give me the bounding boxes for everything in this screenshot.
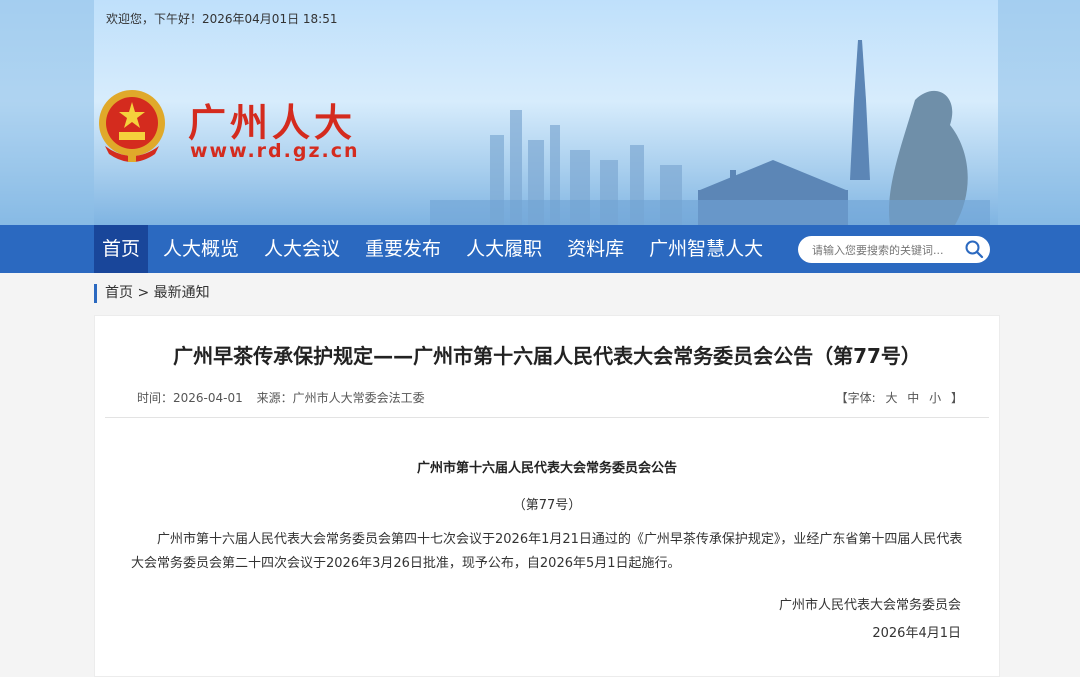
font-size-label: 【字体: xyxy=(835,391,876,405)
city-skyline-image xyxy=(430,40,990,225)
search-box xyxy=(798,236,990,263)
breadcrumb-home[interactable]: 首页 xyxy=(105,285,133,301)
nav-item-releases[interactable]: 重要发布 xyxy=(355,225,451,273)
nav-item-smart[interactable]: 广州智慧人大 xyxy=(639,225,773,273)
article-title: 广州早茶传承保护规定——广州市第十六届人民代表大会常务委员会公告（第77号） xyxy=(173,344,921,368)
font-size-control: 【字体: 大 中 小 】 xyxy=(830,389,963,406)
notice-number: （第77号） xyxy=(512,498,582,513)
banner-side-right xyxy=(998,0,1080,225)
site-url[interactable]: www.rd.gz.cn xyxy=(190,140,360,162)
article-time: 时间：2026-04-01 xyxy=(137,391,243,405)
article-card: 广州早茶传承保护规定——广州市第十六届人民代表大会常务委员会公告（第77号） 时… xyxy=(94,315,1000,677)
article-source: 来源：广州市人大常委会法工委 xyxy=(256,391,425,405)
site-title[interactable]: 广州人大 xyxy=(188,92,356,147)
font-size-small-button[interactable]: 小 xyxy=(929,391,941,405)
notice-heading: 广州市第十六届人民代表大会常务委员会公告 xyxy=(416,461,677,476)
search-input[interactable] xyxy=(810,240,964,261)
article-meta: 时间：2026-04-01 来源：广州市人大常委会法工委 xyxy=(137,389,435,406)
nav-item-meetings[interactable]: 人大会议 xyxy=(254,225,350,273)
header-banner: 欢迎您，下午好！2026年04月01日 18:51 广州人大 www.rd.gz… xyxy=(0,0,1080,225)
search-icon[interactable] xyxy=(964,239,984,259)
greeting-text: 欢迎您，下午好！2026年04月01日 18:51 xyxy=(106,12,338,26)
notice-date: 2026年4月1日 xyxy=(872,626,961,641)
font-size-large-button[interactable]: 大 xyxy=(885,391,897,405)
nav-item-home[interactable]: 首页 xyxy=(94,225,149,273)
breadcrumb: 首页 > 最新通知 xyxy=(94,284,210,303)
notice-signature: 广州市人民代表大会常务委员会 xyxy=(778,598,961,613)
banner-side-left xyxy=(0,0,94,225)
divider xyxy=(105,417,989,418)
notice-body: 广州市第十六届人民代表大会常务委员会第四十七次会议于2026年1月21日通过的《… xyxy=(131,532,963,571)
nav-item-overview[interactable]: 人大概览 xyxy=(153,225,249,273)
nav-item-library[interactable]: 资料库 xyxy=(557,225,634,273)
breadcrumb-separator: > xyxy=(137,285,150,301)
nav-item-duties[interactable]: 人大履职 xyxy=(456,225,552,273)
breadcrumb-current[interactable]: 最新通知 xyxy=(154,285,210,301)
font-size-medium-button[interactable]: 中 xyxy=(907,391,919,405)
font-size-close-bracket: 】 xyxy=(950,391,963,405)
national-emblem-icon xyxy=(99,90,165,162)
